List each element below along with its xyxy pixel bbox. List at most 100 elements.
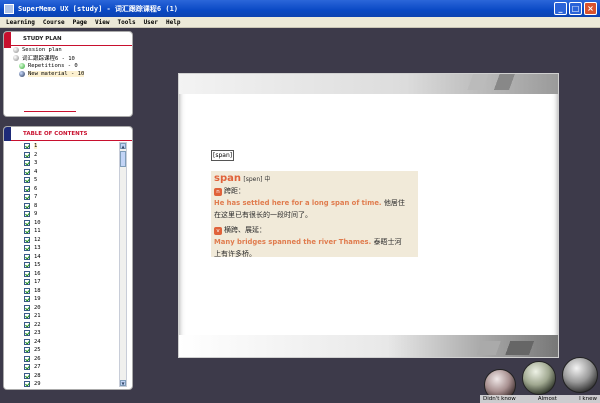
menu-tools[interactable]: Tools (118, 19, 136, 26)
toc-item[interactable]: 28 (24, 372, 120, 381)
toc-checkbox[interactable] (24, 313, 30, 320)
toc-item[interactable]: 8 (24, 202, 120, 211)
didnt-know-label[interactable]: Didn't know (483, 395, 516, 403)
scroll-down-button[interactable]: ▼ (120, 380, 126, 386)
scroll-thumb[interactable] (120, 151, 126, 167)
i-knew-label[interactable]: I knew (579, 395, 597, 403)
menu-page[interactable]: Page (73, 19, 87, 26)
toc-item-label: 8 (34, 202, 38, 209)
plan-item-course[interactable]: 词汇跟踪课程6 - 10 (13, 54, 128, 62)
toc-checkbox[interactable] (24, 279, 30, 286)
toc-item[interactable]: 25 (24, 346, 120, 355)
toc-checkbox[interactable] (24, 228, 30, 235)
toc-item[interactable]: 6 (24, 185, 120, 194)
maximize-button[interactable]: □ (569, 2, 582, 15)
menu-user[interactable]: User (144, 19, 158, 26)
toc-checkbox[interactable] (24, 338, 30, 345)
toc-item-label: 4 (34, 168, 38, 175)
panel-stripe (4, 127, 11, 389)
session-plan-icon (13, 47, 19, 53)
toc-checkbox[interactable] (24, 245, 30, 252)
toc-checkbox[interactable] (24, 381, 30, 388)
toc-checkbox[interactable] (24, 287, 30, 294)
toc-checkbox[interactable] (24, 143, 30, 150)
toc-item[interactable]: 24 (24, 338, 120, 347)
toc-checkbox[interactable] (24, 364, 30, 371)
close-button[interactable]: × (584, 2, 597, 15)
toc-checkbox[interactable] (24, 219, 30, 226)
toc-checkbox[interactable] (24, 262, 30, 269)
toc-item-label: 5 (34, 177, 38, 184)
toc-item[interactable]: 16 (24, 270, 120, 279)
toc-checkbox[interactable] (24, 330, 30, 337)
toc-checkbox[interactable] (24, 372, 30, 379)
toc-item-label: 19 (34, 296, 41, 303)
toc-item[interactable]: 17 (24, 278, 120, 287)
toc-panel: TABLE OF CONTENTS 1 2 3 4 5 6 7 8 9 10 11 12 13 14 15 1… (3, 126, 133, 390)
toc-item[interactable]: 4 (24, 168, 120, 177)
toc-title: TABLE OF CONTENTS (11, 127, 132, 141)
plan-item-new-material[interactable]: New material - 10 (13, 70, 128, 78)
toc-checkbox[interactable] (24, 296, 30, 303)
plan-item-session[interactable]: Session plan (13, 46, 128, 54)
toc-item-label: 1 (34, 143, 38, 150)
toc-checkbox[interactable] (24, 185, 30, 192)
toc-item[interactable]: 2 (24, 151, 120, 160)
toc-checkbox[interactable] (24, 270, 30, 277)
toc-checkbox[interactable] (24, 304, 30, 311)
minimize-button[interactable]: _ (554, 2, 567, 15)
toc-item[interactable]: 18 (24, 287, 120, 296)
toc-item-label: 2 (34, 151, 38, 158)
toc-item[interactable]: 26 (24, 355, 120, 364)
toc-checkbox[interactable] (24, 177, 30, 184)
toc-checkbox[interactable] (24, 347, 30, 354)
toc-checkbox[interactable] (24, 194, 30, 201)
toc-item[interactable]: 23 (24, 329, 120, 338)
toc-item[interactable]: 15 (24, 261, 120, 270)
sense1-example-zh: 他居住 (383, 199, 405, 207)
toc-checkbox[interactable] (24, 202, 30, 209)
toc-item[interactable]: 3 (24, 159, 120, 168)
toc-checkbox[interactable] (24, 321, 30, 328)
toc-item[interactable]: 22 (24, 321, 120, 330)
toc-item[interactable]: 1 (24, 142, 120, 151)
menu-course[interactable]: Course (43, 19, 65, 26)
menu-help[interactable]: Help (166, 19, 180, 26)
toc-checkbox[interactable] (24, 211, 30, 218)
toc-checkbox[interactable] (24, 160, 30, 167)
toc-item-label: 27 (34, 364, 41, 371)
toc-item[interactable]: 12 (24, 236, 120, 245)
almost-label[interactable]: Almost (538, 395, 557, 403)
toc-item[interactable]: 11 (24, 227, 120, 236)
toc-checkbox[interactable] (24, 355, 30, 362)
plan-item-label: Session plan (22, 47, 62, 53)
toc-checkbox[interactable] (24, 253, 30, 260)
toc-item[interactable]: 29 (24, 380, 120, 389)
toc-checkbox[interactable] (24, 151, 30, 158)
toc-checkbox[interactable] (24, 168, 30, 175)
plan-item-label: New material - 10 (28, 71, 85, 77)
toc-item[interactable]: 20 (24, 304, 120, 313)
toc-item[interactable]: 7 (24, 193, 120, 202)
almost-button[interactable] (522, 361, 556, 395)
noun-badge: n (214, 188, 222, 196)
toc-item[interactable]: 14 (24, 253, 120, 262)
toc-checkbox[interactable] (24, 236, 30, 243)
sense1-example-en: He has settled here for a long span of t… (214, 199, 382, 207)
toc-item[interactable]: 21 (24, 312, 120, 321)
toc-item[interactable]: 9 (24, 210, 120, 219)
toc-item[interactable]: 13 (24, 244, 120, 253)
i-knew-button[interactable] (562, 357, 598, 393)
repetitions-icon (19, 63, 25, 69)
menu-learning[interactable]: Learning (6, 19, 35, 26)
menu-view[interactable]: View (95, 19, 109, 26)
toc-item[interactable]: 19 (24, 295, 120, 304)
toc-item-label: 11 (34, 228, 41, 235)
toc-item[interactable]: 10 (24, 219, 120, 228)
plan-item-repetitions[interactable]: Repetitions - 0 (13, 62, 128, 70)
scroll-up-button[interactable]: ▲ (120, 143, 126, 149)
sense1-example-zh-cont: 在这里已有很长的一段时间了。 (214, 211, 312, 219)
toc-scrollbar[interactable]: ▲ ▼ (119, 142, 127, 387)
toc-item[interactable]: 27 (24, 363, 120, 372)
toc-item[interactable]: 5 (24, 176, 120, 185)
